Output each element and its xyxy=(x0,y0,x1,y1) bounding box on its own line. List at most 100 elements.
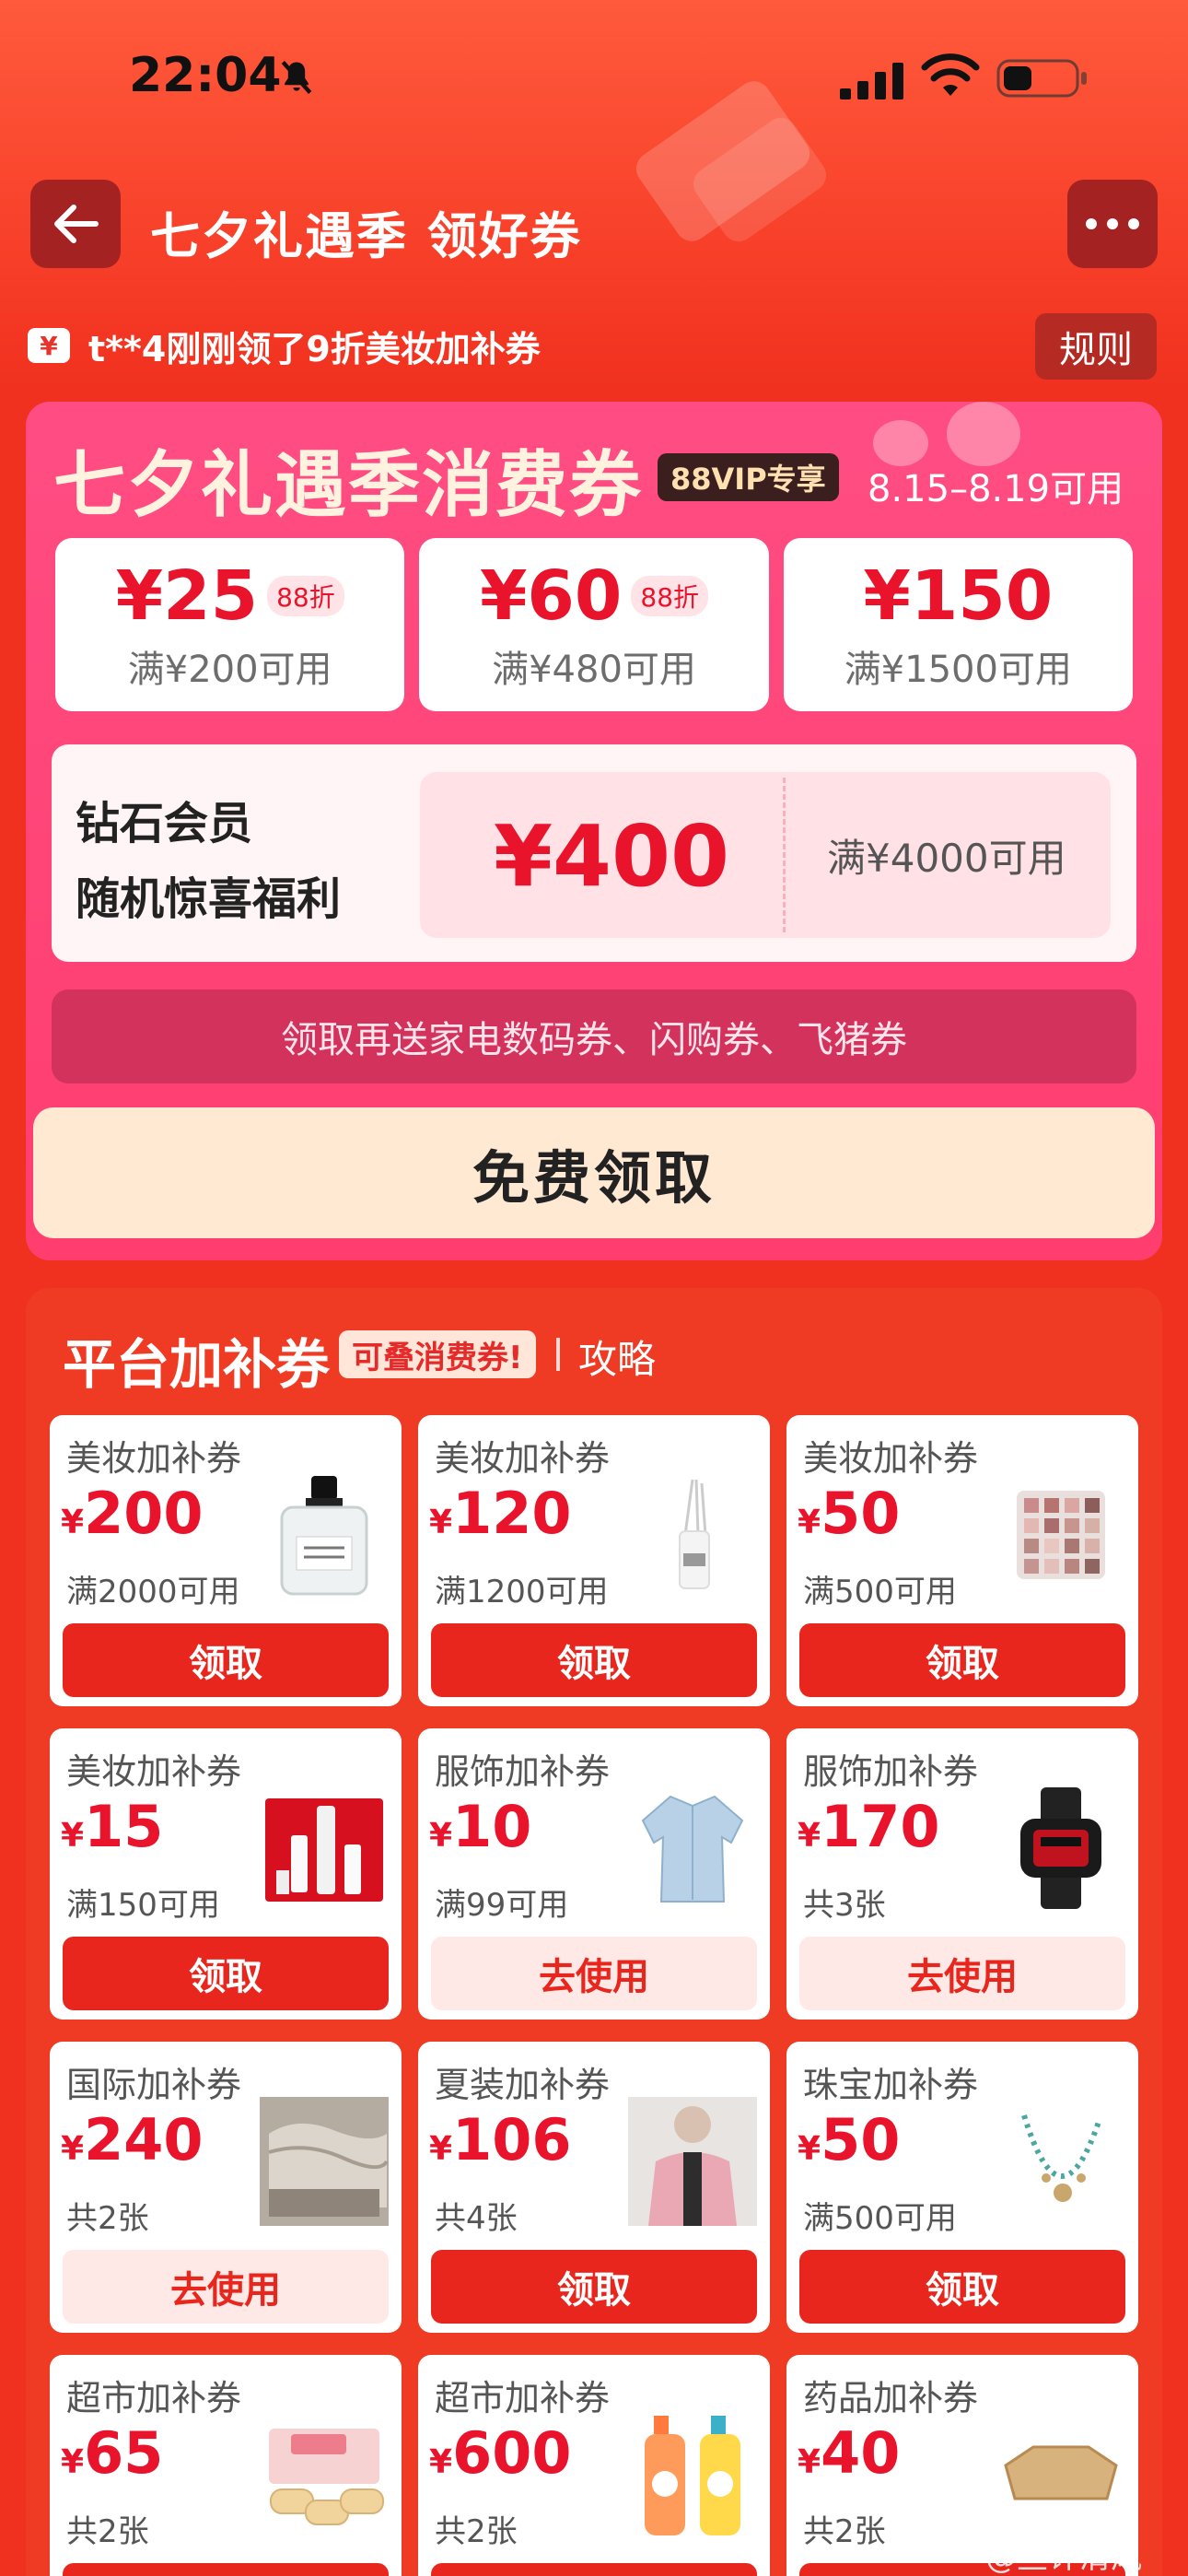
currency-symbol: ¥ xyxy=(61,2130,85,2168)
use-button[interactable]: 去使用 xyxy=(63,2250,389,2324)
coupon-25[interactable]: ¥25 88折 满¥200可用 xyxy=(55,538,405,711)
currency-symbol: ¥ xyxy=(429,1817,453,1855)
use-button[interactable]: 去使用 xyxy=(431,1937,757,2010)
separator xyxy=(556,1338,560,1371)
coupon-condition: 满99可用 xyxy=(435,1887,569,1924)
signal-icon xyxy=(840,63,903,100)
stackable-badge: 可叠消费券! xyxy=(339,1330,536,1378)
coupon-condition: 共4张 xyxy=(435,2200,518,2237)
page-title: 七夕礼遇季 领好券 xyxy=(150,207,582,265)
coupon-condition: 共2张 xyxy=(66,2200,149,2237)
coupon-amount: ¥150 xyxy=(863,556,1054,636)
coupon-condition: 满500可用 xyxy=(803,2200,957,2237)
subsidy-coupon-card[interactable]: 珠宝加补券 ¥50 满500可用 领取 xyxy=(786,2042,1138,2333)
rules-button[interactable]: 规则 xyxy=(1035,313,1157,380)
gift-strip: 领取再送家电数码券、闪购券、飞猪券 xyxy=(52,989,1136,1083)
coupon-amount: ¥25 xyxy=(115,556,259,636)
coupon-amount: ¥50 xyxy=(798,2106,900,2173)
back-button[interactable] xyxy=(30,180,121,268)
coupon-amount: ¥240 xyxy=(61,2106,203,2173)
claim-button[interactable]: 领取 xyxy=(431,1623,757,1697)
coupon-condition: 满¥1500可用 xyxy=(844,649,1072,691)
coupon-label: 服饰加补券 xyxy=(435,1751,611,1792)
validity-date: 8.15–8.19可用 xyxy=(868,468,1124,510)
currency-symbol: ¥ xyxy=(61,1817,85,1855)
coupon-condition: 满¥480可用 xyxy=(492,649,696,691)
discount-tag: 88折 xyxy=(631,576,709,616)
perfume-image xyxy=(260,1470,389,1599)
currency-symbol: ¥ xyxy=(798,2130,821,2168)
coupon-amount: ¥40 xyxy=(798,2419,900,2487)
amount-value: 40 xyxy=(821,2419,901,2487)
platform-subsidy-section: 平台加补券 可叠消费券! 攻略 美妆加补券 ¥200 满2000可用 领取 美妆加补券 ¥… xyxy=(26,1288,1162,2576)
navigation-bar: 七夕礼遇季 领好券 xyxy=(0,175,1188,276)
diamond-coupon: ¥400 满¥4000可用 xyxy=(420,772,1111,938)
diamond-title: 钻石会员 xyxy=(76,798,253,849)
claim-button[interactable]: 领取 xyxy=(63,1623,389,1697)
coupon-amount: ¥170 xyxy=(798,1793,939,1860)
subsidy-coupon-card[interactable]: 超市加补券¥600共2张领取 xyxy=(418,2355,770,2576)
coupon-label: 美妆加补券 xyxy=(66,1438,242,1479)
currency-symbol: ¥ xyxy=(61,1504,85,1541)
necklace-image xyxy=(996,2097,1125,2226)
coupon-amount: ¥10 xyxy=(429,1793,531,1860)
coupon-condition: 满¥200可用 xyxy=(127,649,332,691)
currency-symbol: ¥ xyxy=(798,2443,821,2481)
wifi-icon xyxy=(921,53,980,96)
medicine-patch-image xyxy=(996,2410,1125,2539)
coupon-row: ¥25 88折 满¥200可用 ¥60 88折 满¥480可用 ¥150 满¥1… xyxy=(55,538,1133,711)
diamond-amount: ¥400 xyxy=(494,807,730,906)
currency-symbol: ¥ xyxy=(429,2443,453,2481)
coupon-amount: ¥600 xyxy=(429,2419,571,2487)
diamond-member-card[interactable]: 钻石会员 随机惊喜福利 ¥400 满¥4000可用 xyxy=(52,744,1136,962)
claim-button[interactable]: 领取 xyxy=(63,2563,389,2576)
subsidy-coupon-card[interactable]: 美妆加补券 ¥15 满150可用 领取 xyxy=(50,1728,402,2020)
subsidy-coupon-card[interactable]: 国际加补券 ¥240 共2张 去使用 xyxy=(50,2042,402,2333)
card-title: 七夕礼遇季消费券 xyxy=(53,444,644,527)
subsidy-coupon-card[interactable]: 夏装加补券 ¥106 共4张 领取 xyxy=(418,2042,770,2333)
jacket-image xyxy=(628,1784,757,1913)
claim-button[interactable]: 领取 xyxy=(799,2250,1125,2324)
subsidy-coupon-card[interactable]: 美妆加补券 ¥200 满2000可用领取 xyxy=(50,1415,402,1706)
status-bar: 22:04 xyxy=(0,0,1188,157)
amount-value: 50 xyxy=(821,2106,901,2173)
guide-link[interactable]: 攻略 xyxy=(578,1329,656,1385)
amount-value: 15 xyxy=(84,1793,164,1860)
subsidy-coupon-card[interactable]: 超市加补券¥65共2张领取 xyxy=(50,2355,402,2576)
amount-value: 240 xyxy=(84,2106,204,2173)
coupon-60[interactable]: ¥60 88折 满¥480可用 xyxy=(419,538,769,711)
subsidy-coupon-card[interactable]: 服饰加补券 ¥170 共3张 去使用 xyxy=(786,1728,1138,2020)
amount-value: 10 xyxy=(452,1793,532,1860)
claim-button[interactable]: 领取 xyxy=(63,1937,389,2010)
claim-button[interactable]: 领取 xyxy=(799,1623,1125,1697)
amount-value: 170 xyxy=(821,1793,940,1860)
coupon-amount: ¥65 xyxy=(61,2419,163,2487)
coupon-label: 美妆加补券 xyxy=(435,1438,611,1479)
amount-value: 120 xyxy=(452,1480,572,1547)
coupon-label: 夏装加补券 xyxy=(435,2065,611,2105)
watch-image xyxy=(996,1784,1125,1913)
coupon-150[interactable]: ¥150 满¥1500可用 xyxy=(783,538,1133,711)
claim-ticker: ¥ t**4刚刚领了9折美妆加补券 xyxy=(28,318,541,373)
coupon-amount: ¥200 xyxy=(61,1480,203,1547)
yuan-ticket-icon: ¥ xyxy=(28,328,70,363)
more-button[interactable] xyxy=(1067,180,1158,268)
coupon-amount: ¥120 xyxy=(429,1480,571,1547)
coupon-condition: 满2000可用 xyxy=(66,1574,240,1610)
subsidy-coupon-card[interactable]: 服饰加补券 ¥10 满99可用 去使用 xyxy=(418,1728,770,2020)
free-claim-button[interactable]: 免费领取 xyxy=(33,1107,1155,1238)
claim-button[interactable]: 领取 xyxy=(431,2250,757,2324)
currency-symbol: ¥ xyxy=(798,1817,821,1855)
coupon-condition: 满1200可用 xyxy=(435,1574,609,1610)
subsidy-coupon-card[interactable]: 美妆加补券 ¥50 满500可用 领取 xyxy=(786,1415,1138,1706)
vip-badge: 88VIP专享 xyxy=(658,453,839,501)
currency-symbol: ¥ xyxy=(429,1504,453,1541)
use-button[interactable]: 去使用 xyxy=(799,1937,1125,2010)
coupon-condition: 满500可用 xyxy=(803,1574,957,1610)
claim-button[interactable]: 领取 xyxy=(431,2563,757,2576)
subsidy-coupon-card[interactable]: 美妆加补券 ¥120 满1200可用 领取 xyxy=(418,1415,770,1706)
coupon-label: 药品加补券 xyxy=(803,2378,979,2418)
palette-image xyxy=(996,1470,1125,1599)
back-arrow-icon xyxy=(54,205,99,243)
coupon-label: 服饰加补券 xyxy=(803,1751,979,1792)
